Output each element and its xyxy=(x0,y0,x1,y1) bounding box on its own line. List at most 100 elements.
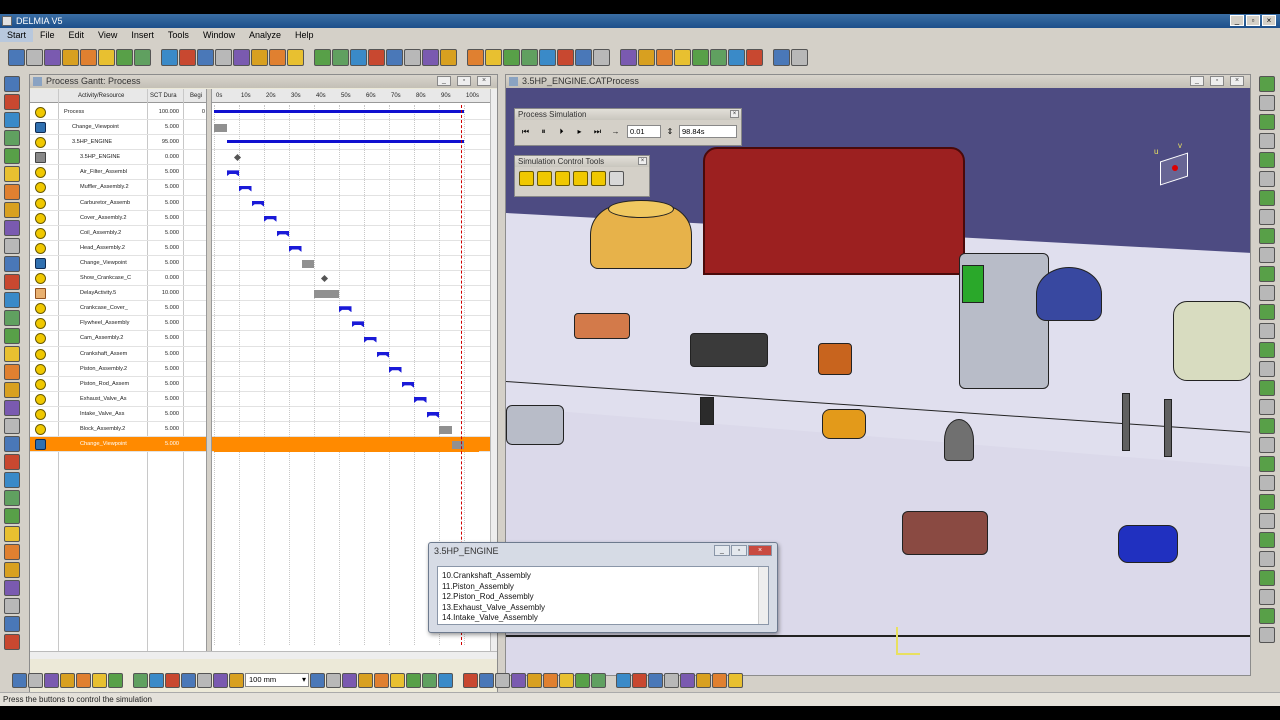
vertical-scrollbar[interactable] xyxy=(758,567,768,624)
right-tool-icon[interactable] xyxy=(1259,494,1275,510)
menu-item-file[interactable]: File xyxy=(33,28,62,42)
toolbar-tool-icon[interactable] xyxy=(8,48,25,66)
menu-item-window[interactable]: Window xyxy=(196,28,242,42)
bottom-tool-icon[interactable] xyxy=(374,672,389,688)
gantt-milestone[interactable] xyxy=(320,275,329,283)
column-header-begin[interactable]: Begi xyxy=(190,89,202,103)
left-tool-icon[interactable] xyxy=(4,490,20,506)
bottom-tool-icon[interactable] xyxy=(390,672,405,688)
right-tool-icon[interactable] xyxy=(1259,76,1275,92)
bottom-tool-icon[interactable] xyxy=(92,672,107,688)
left-tool-icon[interactable] xyxy=(4,544,20,560)
bottom-tool-icon[interactable] xyxy=(511,672,526,688)
toolbar-tool-icon[interactable] xyxy=(26,48,43,66)
bottom-tool-icon[interactable] xyxy=(575,672,590,688)
close-icon[interactable]: × xyxy=(1262,15,1276,26)
bottom-tool-icon[interactable] xyxy=(149,672,164,688)
left-tool-icon[interactable] xyxy=(4,400,20,416)
toolbar-tool-icon[interactable] xyxy=(485,48,502,66)
toolbar-tool-icon[interactable] xyxy=(656,48,673,66)
left-tool-icon[interactable] xyxy=(4,562,20,578)
simulation-tool-icon[interactable] xyxy=(519,171,534,186)
bottom-tool-icon[interactable] xyxy=(28,672,43,688)
left-tool-icon[interactable] xyxy=(4,148,20,164)
left-tool-icon[interactable] xyxy=(4,94,20,110)
gantt-task-bar[interactable] xyxy=(414,396,427,403)
crankshaft-part[interactable] xyxy=(822,409,866,439)
fast-forward-icon[interactable]: ⏭ xyxy=(591,126,604,137)
list-item[interactable]: 10.Crankshaft_Assembly xyxy=(442,571,768,582)
bottom-tool-icon[interactable] xyxy=(12,672,27,688)
bottom-tool-icon[interactable] xyxy=(495,672,510,688)
maximize-icon[interactable]: ▫ xyxy=(1246,15,1260,26)
left-tool-icon[interactable] xyxy=(4,472,20,488)
minimize-icon[interactable]: _ xyxy=(714,545,730,556)
simulation-tool-icon[interactable] xyxy=(591,171,606,186)
right-tool-icon[interactable] xyxy=(1259,380,1275,396)
piston-part[interactable] xyxy=(944,419,974,461)
time-field[interactable]: 98.84s xyxy=(679,125,737,138)
left-tool-icon[interactable] xyxy=(4,256,20,272)
toolbar-tool-icon[interactable] xyxy=(440,48,457,66)
left-tool-icon[interactable] xyxy=(4,238,20,254)
maximize-icon[interactable]: ▫ xyxy=(731,545,747,556)
bottom-tool-icon[interactable] xyxy=(310,672,325,688)
list-item[interactable]: 12.Piston_Rod_Assembly xyxy=(442,592,768,603)
simulation-tool-icon[interactable] xyxy=(573,171,588,186)
right-tool-icon[interactable] xyxy=(1259,551,1275,567)
bottom-tool-icon[interactable] xyxy=(342,672,357,688)
left-tool-icon[interactable] xyxy=(4,328,20,344)
list-item[interactable]: 14.Intake_Valve_Assembly xyxy=(442,613,768,624)
bottom-tool-icon[interactable] xyxy=(696,672,711,688)
gantt-grey-bar[interactable] xyxy=(439,426,452,435)
left-tool-icon[interactable] xyxy=(4,130,20,146)
gantt-task-bar[interactable] xyxy=(364,336,377,343)
toolbar-tool-icon[interactable] xyxy=(80,48,97,66)
rewind-icon[interactable]: ⏮ xyxy=(519,126,532,137)
simulation-tool-icon[interactable] xyxy=(537,171,552,186)
crankcase-part[interactable] xyxy=(1173,301,1250,381)
close-icon[interactable]: × xyxy=(730,110,739,118)
right-tool-icon[interactable] xyxy=(1259,437,1275,453)
unit-select[interactable]: 100 mm xyxy=(245,673,309,687)
toolbar-tool-icon[interactable] xyxy=(728,48,745,66)
toolbar-tool-icon[interactable] xyxy=(98,48,115,66)
gantt-task-bar[interactable] xyxy=(351,321,364,328)
left-tool-icon[interactable] xyxy=(4,580,20,596)
right-tool-icon[interactable] xyxy=(1259,304,1275,320)
toolbar-tool-icon[interactable] xyxy=(161,48,178,66)
bottom-tool-icon[interactable] xyxy=(438,672,453,688)
toolbar-tool-icon[interactable] xyxy=(746,48,763,66)
toolbar-tool-icon[interactable] xyxy=(521,48,538,66)
gantt-task-bar[interactable] xyxy=(426,412,439,418)
horizontal-scrollbar[interactable] xyxy=(30,651,497,659)
gantt-summary-bar[interactable] xyxy=(226,140,464,144)
flywheel-part[interactable] xyxy=(1036,267,1102,321)
spin-icon[interactable]: ⇕ xyxy=(666,126,674,137)
toolbar-tool-icon[interactable] xyxy=(197,48,214,66)
bottom-tool-icon[interactable] xyxy=(133,672,148,688)
toolbar-tool-icon[interactable] xyxy=(467,48,484,66)
toolbar-tool-icon[interactable] xyxy=(575,48,592,66)
toolbar-tool-icon[interactable] xyxy=(422,48,439,66)
gantt-splitter[interactable] xyxy=(206,89,212,659)
gantt-task-bar[interactable] xyxy=(226,170,239,177)
bottom-tool-icon[interactable] xyxy=(197,672,212,688)
menu-item-start[interactable]: Start xyxy=(0,28,34,42)
toolbar-tool-icon[interactable] xyxy=(773,48,790,66)
toolbar-tool-icon[interactable] xyxy=(44,48,61,66)
menu-item-view[interactable]: View xyxy=(91,28,124,42)
bottom-tool-icon[interactable] xyxy=(358,672,373,688)
gantt-task-bar[interactable] xyxy=(264,215,277,222)
spark-plug-part[interactable] xyxy=(700,397,714,425)
close-icon[interactable]: × xyxy=(638,157,647,165)
left-tool-icon[interactable] xyxy=(4,76,20,92)
left-tool-icon[interactable] xyxy=(4,454,20,470)
gantt-grey-bar[interactable] xyxy=(214,124,227,133)
play-icon[interactable]: ▸ xyxy=(573,126,586,137)
toolbar-tool-icon[interactable] xyxy=(332,48,349,66)
left-tool-icon[interactable] xyxy=(4,184,20,200)
bottom-tool-icon[interactable] xyxy=(712,672,727,688)
toolbar-tool-icon[interactable] xyxy=(386,48,403,66)
left-tool-icon[interactable] xyxy=(4,508,20,524)
